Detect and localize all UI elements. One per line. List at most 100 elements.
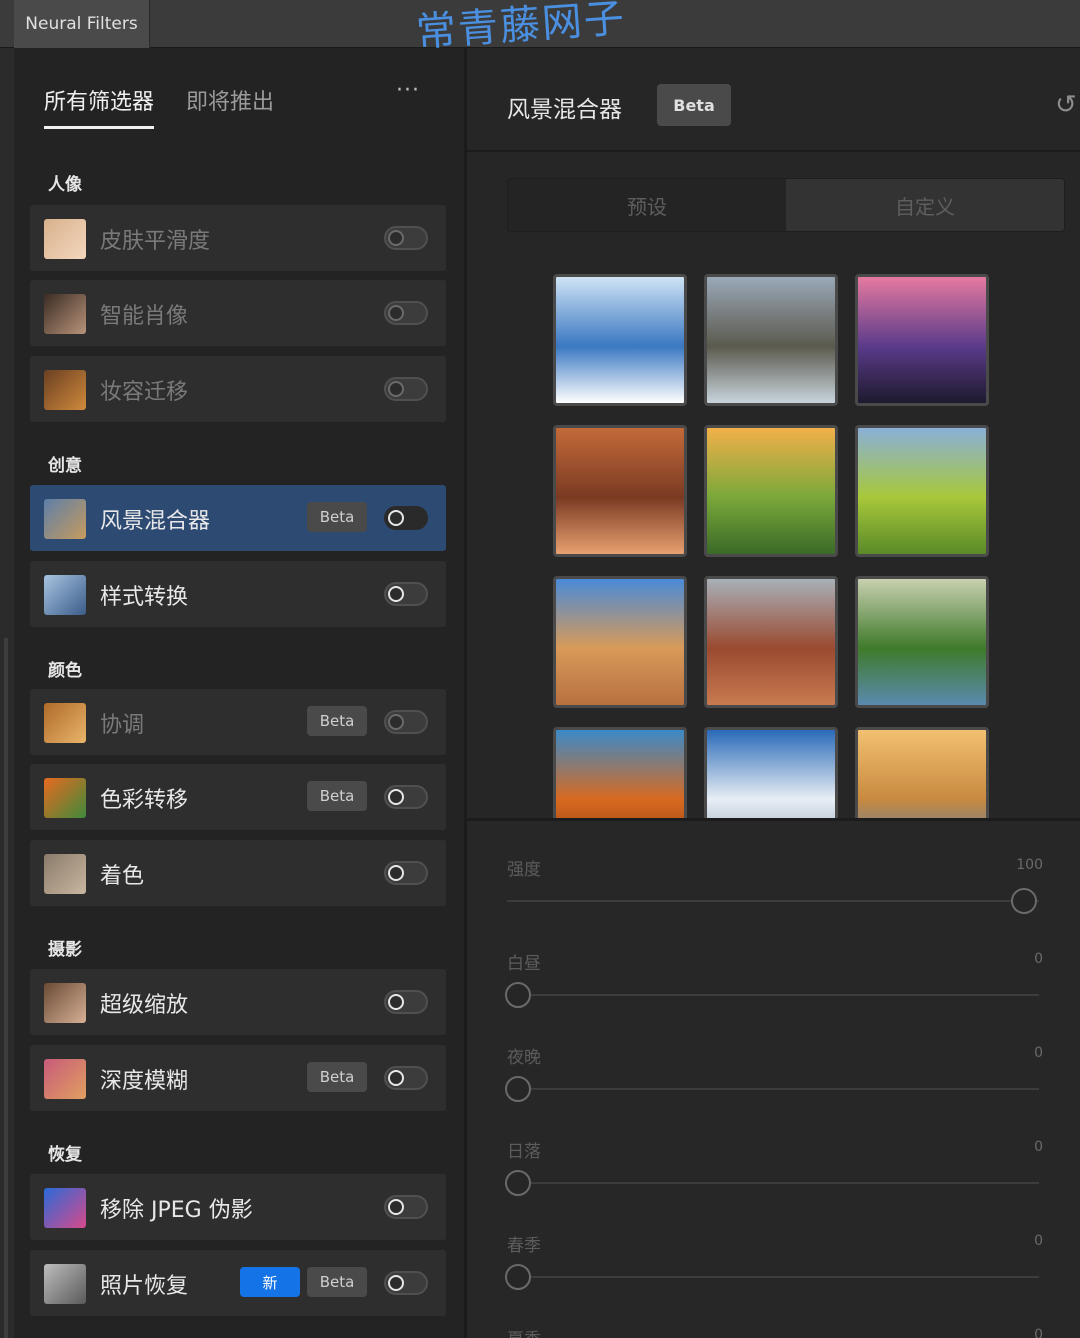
filter-label: 皮肤平滑度 xyxy=(100,229,211,254)
filter-toggle[interactable] xyxy=(384,1271,428,1295)
filter-label: 协调 xyxy=(100,713,145,738)
filter-label: 妆容迁移 xyxy=(100,380,189,405)
filter-toggle[interactable] xyxy=(384,990,428,1014)
filter-toggle[interactable] xyxy=(384,377,428,401)
slider-value: 0 xyxy=(1034,1233,1043,1249)
section-title: 颜色 xyxy=(48,661,82,681)
slider-track[interactable] xyxy=(507,1182,1039,1184)
more-options-icon[interactable]: ··· xyxy=(396,78,420,103)
filter-label: 深度模糊 xyxy=(100,1069,189,1094)
preset-thumbnail[interactable] xyxy=(553,274,687,406)
beta-badge: Beta xyxy=(307,1267,367,1297)
filter-toggle[interactable] xyxy=(384,226,428,250)
filter-item[interactable]: 风景混合器 Beta xyxy=(30,485,446,551)
slider-track[interactable] xyxy=(507,1088,1039,1090)
toggle-knob xyxy=(388,789,404,805)
filter-thumbnail xyxy=(44,983,86,1023)
settings-title: 风景混合器 xyxy=(507,97,622,123)
preset-thumbnail[interactable] xyxy=(553,727,687,818)
filter-item[interactable]: 皮肤平滑度 xyxy=(30,205,446,271)
slider-label: 强度 xyxy=(507,860,541,880)
slider-value: 0 xyxy=(1034,1327,1043,1338)
filter-toggle[interactable] xyxy=(384,582,428,606)
filter-label: 移除 JPEG 伪影 xyxy=(100,1198,253,1223)
tab-custom[interactable]: 自定义 xyxy=(786,179,1064,231)
filter-toggle[interactable] xyxy=(384,710,428,734)
filter-thumbnail xyxy=(44,294,86,334)
filter-thumbnail xyxy=(44,1264,86,1304)
section-title: 摄影 xyxy=(48,940,82,960)
preset-thumbnail[interactable] xyxy=(553,425,687,557)
filter-item[interactable]: 样式转换 xyxy=(30,561,446,627)
filter-label: 超级缩放 xyxy=(100,993,189,1018)
filter-toggle[interactable] xyxy=(384,301,428,325)
left-edge-scrollbar[interactable] xyxy=(0,48,14,1338)
slider-handle[interactable] xyxy=(505,982,531,1008)
toggle-knob xyxy=(388,865,404,881)
preset-thumbnail[interactable] xyxy=(855,727,989,818)
filter-item[interactable]: 超级缩放 xyxy=(30,969,446,1035)
reset-icon[interactable]: ↺ xyxy=(1055,90,1077,120)
settings-header: 风景混合器 Beta ↺ xyxy=(467,48,1080,152)
filter-thumbnail xyxy=(44,499,86,539)
filter-thumbnail xyxy=(44,1188,86,1228)
filter-thumbnail xyxy=(44,854,86,894)
preset-thumbnail[interactable] xyxy=(855,425,989,557)
toggle-knob xyxy=(388,714,404,730)
tab-all-filters[interactable]: 所有筛选器 xyxy=(44,84,155,129)
preset-thumbnail[interactable] xyxy=(553,576,687,708)
filter-tabs: 所有筛选器 即将推出 xyxy=(44,84,274,129)
filter-toggle[interactable] xyxy=(384,785,428,809)
slider-handle[interactable] xyxy=(505,1170,531,1196)
beta-badge: Beta xyxy=(307,706,367,736)
filter-item[interactable]: 妆容迁移 xyxy=(30,356,446,422)
slider-handle[interactable] xyxy=(505,1076,531,1102)
slider-handle[interactable] xyxy=(1011,888,1037,914)
slider-value: 0 xyxy=(1034,1045,1043,1061)
toggle-knob xyxy=(388,510,404,526)
tab-preset[interactable]: 预设 xyxy=(508,179,786,231)
filter-item[interactable]: 深度模糊 Beta xyxy=(30,1045,446,1111)
filter-item[interactable]: 着色 xyxy=(30,840,446,906)
slider-label: 春季 xyxy=(507,1236,541,1256)
preset-thumbnail[interactable] xyxy=(704,576,838,708)
filter-label: 样式转换 xyxy=(100,585,189,610)
filter-item[interactable]: 移除 JPEG 伪影 xyxy=(30,1174,446,1240)
slider-handle[interactable] xyxy=(505,1264,531,1290)
slider-track[interactable] xyxy=(507,994,1039,996)
preset-thumbnail[interactable] xyxy=(704,727,838,818)
tab-neural-filters[interactable]: Neural Filters xyxy=(14,0,150,48)
toggle-knob xyxy=(388,1275,404,1291)
filter-label: 色彩转移 xyxy=(100,788,189,813)
filter-item[interactable]: 协调 Beta xyxy=(30,689,446,755)
section-title: 恢复 xyxy=(48,1145,82,1165)
filter-item[interactable]: 色彩转移 Beta xyxy=(30,764,446,830)
filter-toggle[interactable] xyxy=(384,1066,428,1090)
toggle-knob xyxy=(388,586,404,602)
filter-thumbnail xyxy=(44,370,86,410)
slider-track[interactable] xyxy=(507,1276,1039,1278)
toggle-knob xyxy=(388,994,404,1010)
tab-coming-soon[interactable]: 即将推出 xyxy=(186,84,274,129)
filter-item[interactable]: 照片恢复 新 Beta xyxy=(30,1250,446,1316)
preset-thumbnail[interactable] xyxy=(704,425,838,557)
preset-thumbnail[interactable] xyxy=(855,576,989,708)
filter-thumbnail xyxy=(44,1059,86,1099)
toggle-knob xyxy=(388,305,404,321)
filter-toggle[interactable] xyxy=(384,861,428,885)
slider-value: 0 xyxy=(1034,951,1043,967)
filter-toggle[interactable] xyxy=(384,1195,428,1219)
filter-toggle[interactable] xyxy=(384,506,428,530)
toggle-knob xyxy=(388,1199,404,1215)
slider-label: 日落 xyxy=(507,1142,541,1162)
preset-grid xyxy=(467,254,1080,818)
filter-item[interactable]: 智能肖像 xyxy=(30,280,446,346)
filter-label: 风景混合器 xyxy=(100,509,211,534)
preset-thumbnail[interactable] xyxy=(855,274,989,406)
slider-track[interactable] xyxy=(507,900,1039,902)
filter-thumbnail xyxy=(44,575,86,615)
preset-thumbnail[interactable] xyxy=(704,274,838,406)
beta-badge: Beta xyxy=(657,84,731,126)
filter-label: 照片恢复 xyxy=(100,1274,189,1299)
slider-value: 0 xyxy=(1034,1139,1043,1155)
